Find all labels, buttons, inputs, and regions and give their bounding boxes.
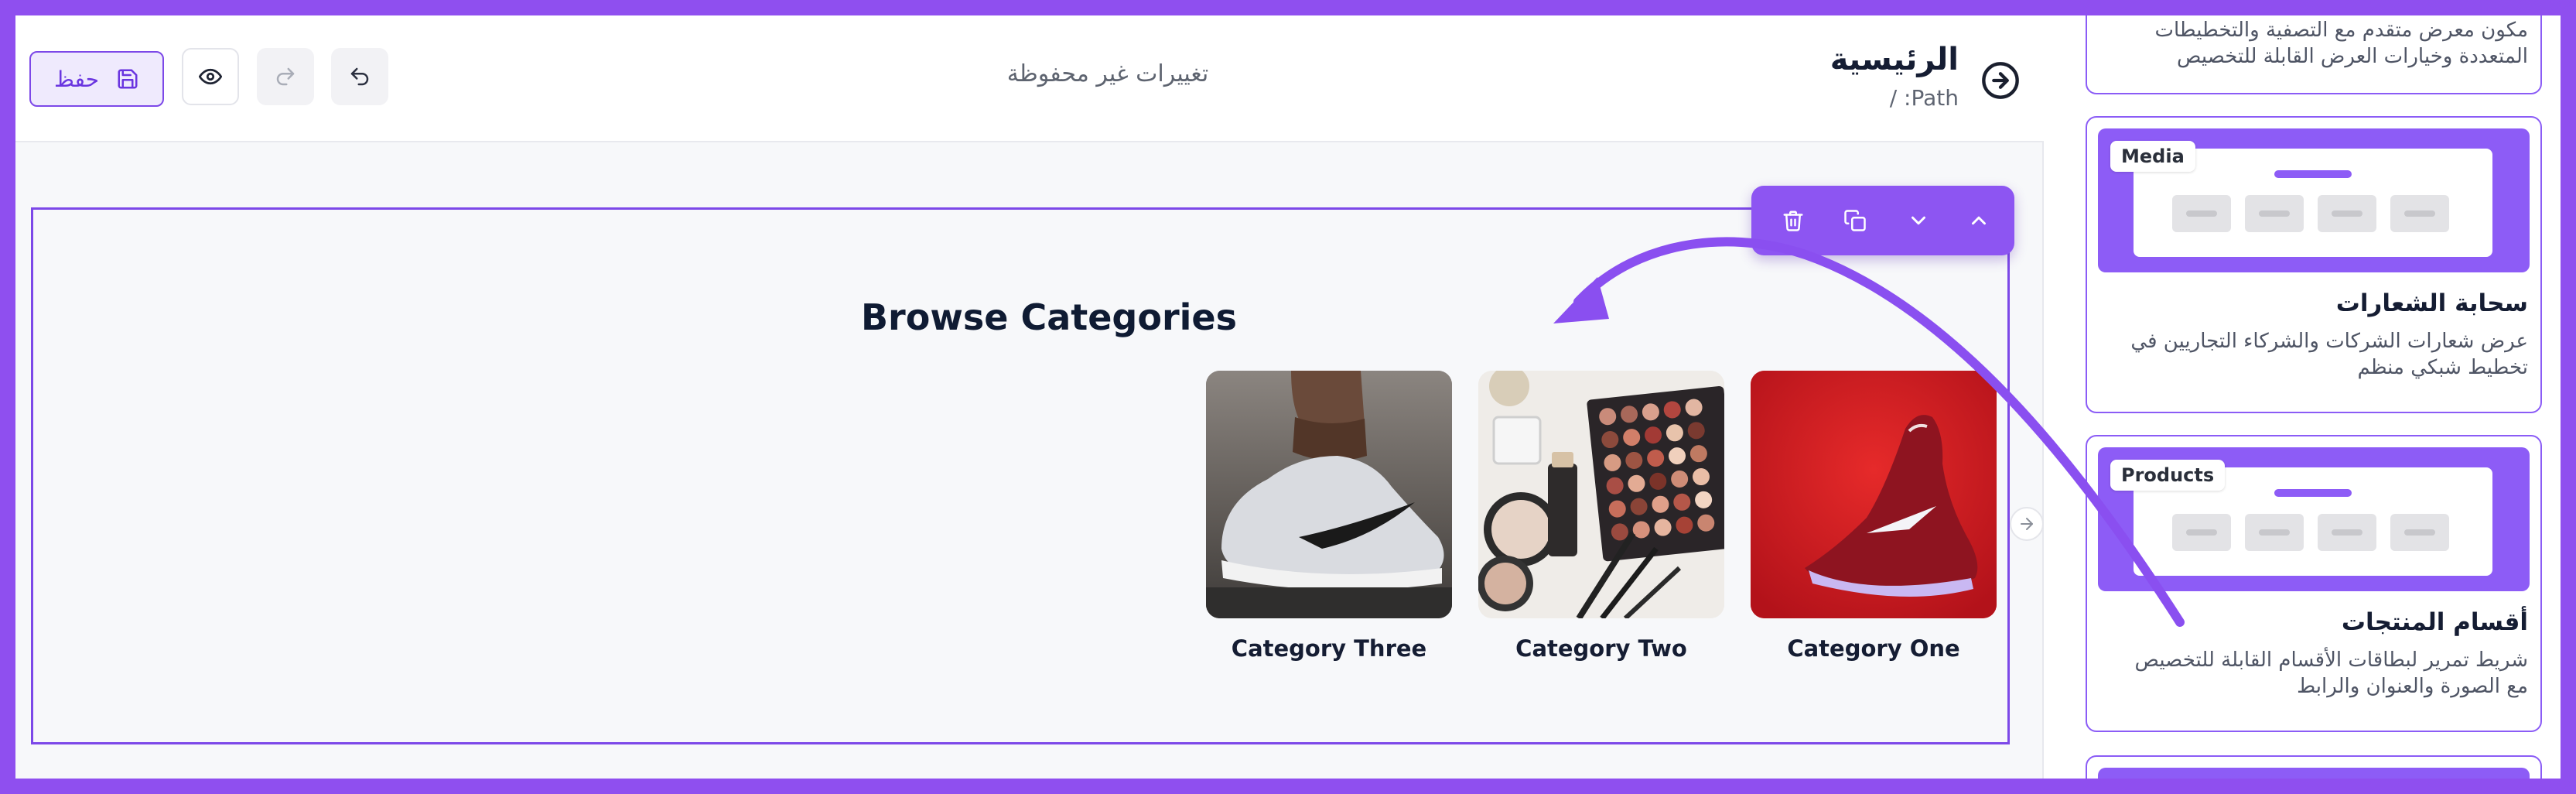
makeup-illustration bbox=[1478, 371, 1724, 618]
block-category-tag: Media bbox=[2110, 141, 2195, 172]
block-thumbnail: Products bbox=[2098, 447, 2530, 591]
categories-section[interactable]: Browse Categories Category One Category … bbox=[31, 207, 2010, 744]
redo-icon bbox=[276, 67, 295, 86]
block-card-logo-cloud[interactable]: Media سحابة الشعارات عرض شعارات الشركات … bbox=[2086, 116, 2542, 413]
block-card-next[interactable] bbox=[2086, 755, 2542, 779]
undo-icon bbox=[350, 67, 369, 86]
delete-button[interactable] bbox=[1778, 205, 1809, 236]
preview-button[interactable] bbox=[182, 48, 239, 105]
block-thumbnail bbox=[2098, 768, 2530, 779]
grey-sneaker-illustration bbox=[1206, 371, 1452, 618]
unsaved-changes-status: تغييرات غير محفوظة bbox=[1006, 60, 1209, 87]
block-title: سحابة الشعارات bbox=[2335, 289, 2528, 317]
chevron-down-icon bbox=[1912, 216, 1925, 225]
category-image-red-sneaker bbox=[1751, 371, 1997, 618]
chevron-up-icon bbox=[1972, 216, 1986, 225]
category-image-grey-sneaker bbox=[1206, 371, 1452, 618]
carousel-next-button[interactable] bbox=[2010, 507, 2044, 541]
copy-icon bbox=[1844, 210, 1866, 231]
block-description: شريط تمرير لبطاقات الأقسام القابلة للتخص… bbox=[2134, 649, 2528, 698]
block-thumbnail: Media bbox=[2098, 128, 2530, 272]
block-description: عرض شعارات الشركات والشركاء التجاريين في… bbox=[2130, 330, 2528, 379]
page-editor: حفظ تغييرات غير محفوظة الرئيسية Path: / … bbox=[15, 15, 2044, 779]
category-card[interactable]: Category Three bbox=[1206, 371, 1452, 662]
blocks-panel: مكون معرض متقدم مع التصفية والتخطيطات ال… bbox=[2045, 15, 2561, 779]
category-label: Category One bbox=[1787, 635, 1960, 662]
section-title: Browse Categories bbox=[861, 296, 1237, 338]
red-sneaker-illustration bbox=[1751, 371, 1997, 618]
section-toolbar bbox=[1751, 186, 2014, 255]
app-frame: حفظ تغييرات غير محفوظة الرئيسية Path: / … bbox=[15, 15, 2561, 779]
block-title: أقسام المنتجات bbox=[2341, 608, 2528, 636]
category-label: Category Three bbox=[1231, 635, 1427, 662]
category-card[interactable]: Category Two bbox=[1478, 371, 1724, 662]
move-down-button[interactable] bbox=[1903, 205, 1934, 236]
page-title: الرئيسية bbox=[1830, 42, 1959, 77]
redo-button[interactable] bbox=[257, 48, 314, 105]
block-card-gallery[interactable]: مكون معرض متقدم مع التصفية والتخطيطات ال… bbox=[2086, 15, 2542, 94]
arrow-right-icon bbox=[2021, 518, 2033, 530]
block-card-product-categories[interactable]: Products أقسام المنتجات شريط تمرير لبطاق… bbox=[2086, 435, 2542, 732]
category-label: Category Two bbox=[1515, 635, 1687, 662]
block-category-tag: Products bbox=[2110, 460, 2226, 491]
eye-icon bbox=[199, 68, 222, 85]
page-path: Path: / bbox=[1889, 85, 1959, 111]
duplicate-button[interactable] bbox=[1840, 205, 1871, 236]
arrow-circle-right-icon[interactable] bbox=[1980, 60, 2021, 101]
move-up-button[interactable] bbox=[1963, 205, 1994, 236]
undo-button[interactable] bbox=[331, 48, 388, 105]
floppy-disk-icon bbox=[118, 69, 138, 89]
category-card[interactable]: Category One bbox=[1751, 371, 1997, 662]
trash-icon bbox=[1783, 210, 1803, 231]
category-image-makeup-palette bbox=[1478, 371, 1724, 618]
block-description: مكون معرض متقدم مع التصفية والتخطيطات ال… bbox=[2154, 19, 2528, 68]
save-button[interactable]: حفظ bbox=[29, 51, 164, 107]
save-button-label: حفظ bbox=[53, 66, 100, 92]
editor-header: حفظ تغييرات غير محفوظة الرئيسية Path: / bbox=[15, 15, 2044, 142]
